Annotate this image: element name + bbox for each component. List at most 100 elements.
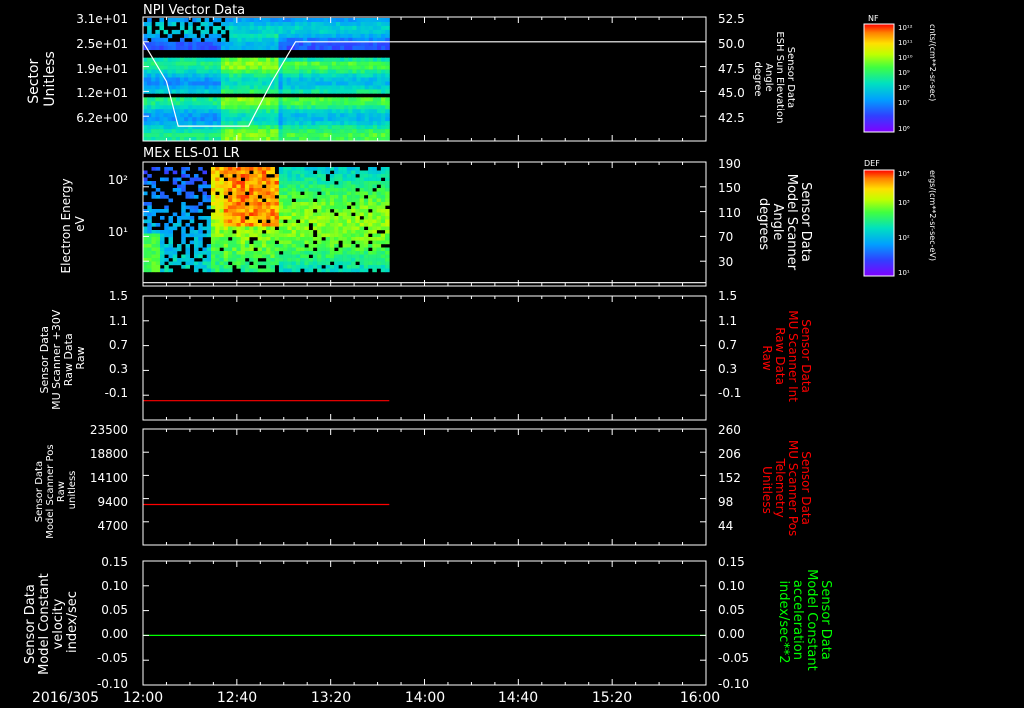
npi-heatmap-cell bbox=[208, 89, 214, 94]
npi-heatmap-cell bbox=[274, 41, 279, 47]
npi-heatmap-cell bbox=[286, 97, 292, 102]
els-heatmap-cell bbox=[372, 174, 377, 178]
npi-heatmap-cell bbox=[151, 105, 156, 110]
els-heatmap-cell bbox=[274, 191, 280, 196]
right-y-tick: -0.1 bbox=[718, 386, 741, 400]
els-heatmap-cell bbox=[363, 251, 369, 255]
npi-heatmap-cell bbox=[196, 97, 201, 102]
els-heatmap-cell bbox=[351, 265, 356, 269]
npi-heatmap-cell bbox=[319, 41, 325, 47]
npi-heatmap-cell bbox=[188, 41, 193, 47]
els-heatmap-cell bbox=[168, 230, 174, 234]
npi-heatmap-cell bbox=[372, 45, 378, 51]
npi-heatmap-cell bbox=[372, 89, 378, 94]
npi-heatmap-cell bbox=[282, 21, 288, 27]
npi-heatmap-cell bbox=[356, 85, 362, 90]
npi-heatmap-cell bbox=[303, 113, 308, 118]
npi-heatmap-cell bbox=[188, 65, 193, 70]
els-heatmap-cell bbox=[376, 212, 382, 217]
els-heatmap-cell bbox=[244, 237, 250, 241]
npi-heatmap-cell bbox=[229, 85, 234, 90]
els-heatmap-cell bbox=[278, 254, 284, 259]
npi-heatmap-cell bbox=[188, 61, 193, 66]
npi-heatmap-cell bbox=[179, 85, 185, 90]
els-heatmap-cell bbox=[346, 254, 352, 259]
els-heatmap-cell bbox=[185, 258, 191, 262]
els-heatmap-cell bbox=[185, 216, 191, 220]
npi-heatmap-cell bbox=[216, 69, 222, 74]
npi-heatmap-cell bbox=[253, 77, 259, 82]
els-heatmap-cell bbox=[270, 230, 275, 234]
npi-heatmap-cell bbox=[237, 69, 243, 74]
npi-heatmap-cell bbox=[381, 57, 386, 62]
npi-heatmap-cell bbox=[335, 129, 341, 134]
npi-heatmap-cell bbox=[270, 117, 275, 122]
els-heatmap-cell bbox=[236, 181, 241, 185]
els-heatmap-cell bbox=[266, 184, 271, 189]
els-heatmap-cell bbox=[368, 223, 373, 227]
els-heatmap-cell bbox=[321, 167, 326, 171]
els-heatmap-cell bbox=[283, 233, 288, 238]
els-heatmap-cell bbox=[342, 226, 348, 231]
els-heatmap-cell bbox=[227, 240, 233, 245]
npi-heatmap-cell bbox=[368, 109, 374, 114]
els-heatmap-cell bbox=[300, 219, 305, 224]
npi-heatmap-cell bbox=[315, 113, 321, 118]
els-heatmap-cell bbox=[185, 191, 191, 196]
els-heatmap-cell bbox=[206, 223, 212, 227]
els-heatmap-cell bbox=[300, 195, 305, 199]
els-heatmap-cell bbox=[244, 230, 250, 234]
npi-heatmap-cell bbox=[340, 77, 345, 82]
npi-heatmap-cell bbox=[290, 105, 296, 110]
colorbar-nf-mid: 10⁹ bbox=[898, 69, 910, 77]
els-heatmap-cell bbox=[164, 244, 169, 248]
npi-heatmap-cell bbox=[282, 129, 288, 134]
els-heatmap-cell bbox=[380, 184, 386, 189]
npi-heatmap-cell bbox=[175, 85, 181, 90]
npi-heatmap-cell bbox=[143, 33, 148, 39]
els-heatmap-cell bbox=[317, 244, 322, 248]
npi-heatmap-cell bbox=[151, 109, 156, 114]
els-heatmap-cell bbox=[359, 258, 365, 262]
right-y-tick: -0.05 bbox=[718, 651, 749, 665]
colorbar-nf-mid: 10⁷ bbox=[898, 99, 910, 107]
npi-heatmap-cell bbox=[282, 133, 288, 138]
npi-heatmap-cell bbox=[270, 69, 275, 74]
npi-heatmap-cell bbox=[233, 97, 238, 102]
npi-heatmap-cell bbox=[327, 121, 333, 126]
els-heatmap-cell bbox=[334, 237, 339, 241]
els-heatmap-cell bbox=[372, 191, 377, 196]
npi-heatmap-cell bbox=[159, 37, 165, 43]
npi-heatmap-cell bbox=[147, 105, 152, 110]
els-heatmap-cell bbox=[291, 216, 297, 220]
npi-heatmap-cell bbox=[253, 129, 259, 134]
npi-heatmap-cell bbox=[245, 101, 251, 106]
npi-heatmap-cell bbox=[229, 41, 234, 47]
npi-heatmap-cell bbox=[163, 133, 169, 138]
npi-heatmap-cell bbox=[360, 101, 366, 106]
npi-heatmap-cell bbox=[344, 109, 349, 114]
npi-heatmap-cell bbox=[212, 77, 218, 82]
npi-heatmap-cell bbox=[204, 129, 210, 134]
npi-heatmap-cell bbox=[340, 129, 345, 134]
els-heatmap-cell bbox=[325, 230, 331, 234]
els-heatmap-cell bbox=[266, 205, 271, 210]
npi-heatmap-cell bbox=[377, 69, 382, 74]
npi-heatmap-cell bbox=[245, 85, 251, 90]
npi-heatmap-cell bbox=[348, 129, 353, 134]
els-heatmap-cell bbox=[321, 223, 326, 227]
npi-heatmap-cell bbox=[229, 73, 234, 78]
npi-heatmap-cell bbox=[249, 77, 255, 82]
els-heatmap-cell bbox=[283, 230, 288, 234]
els-heatmap-cell bbox=[334, 170, 339, 175]
els-heatmap-cell bbox=[143, 170, 148, 175]
els-heatmap-cell bbox=[244, 219, 250, 224]
right-y-tick: 0.00 bbox=[718, 627, 745, 641]
npi-heatmap-cell bbox=[372, 18, 378, 23]
els-heatmap-cell bbox=[202, 216, 207, 220]
els-heatmap-cell bbox=[334, 240, 339, 245]
npi-heatmap-cell bbox=[192, 117, 197, 122]
els-heatmap-cell bbox=[193, 195, 199, 199]
els-heatmap-cell bbox=[159, 240, 165, 245]
els-heatmap-cell bbox=[334, 184, 339, 189]
